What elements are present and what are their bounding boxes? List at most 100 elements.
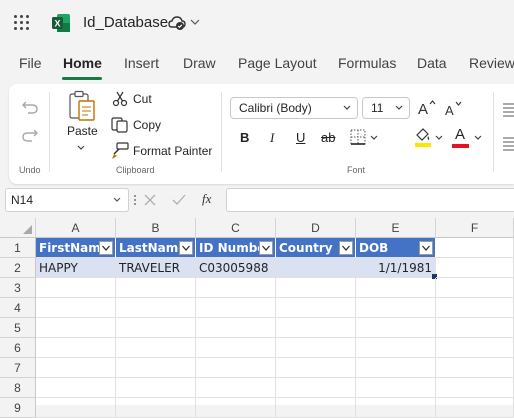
row-header[interactable]: 8 <box>0 378 36 398</box>
cell[interactable] <box>36 378 116 398</box>
cell[interactable] <box>116 278 196 298</box>
enter-check-icon[interactable] <box>171 193 187 207</box>
cell[interactable] <box>276 338 356 358</box>
table-cell[interactable]: HAPPY <box>36 258 116 278</box>
font-family-dropdown[interactable]: Calibri (Body) <box>230 97 358 119</box>
column-header-c[interactable]: C <box>196 218 276 238</box>
select-all-corner[interactable] <box>0 218 36 238</box>
tab-formulas[interactable]: Formulas <box>338 55 396 71</box>
cell[interactable] <box>196 278 276 298</box>
chevron-down-icon[interactable] <box>434 133 444 143</box>
tab-page-layout[interactable]: Page Layout <box>238 55 317 71</box>
redo-icon[interactable] <box>21 126 39 144</box>
paste-chevron-icon[interactable] <box>76 143 86 153</box>
tab-review[interactable]: Review <box>469 55 514 71</box>
underline-button[interactable]: U <box>296 130 305 145</box>
more-options-icon[interactable] <box>134 191 136 209</box>
name-box[interactable]: N14 <box>5 188 129 212</box>
paste-button[interactable]: Paste <box>67 124 98 138</box>
table-cell[interactable] <box>276 258 356 278</box>
tab-data[interactable]: Data <box>417 55 447 71</box>
cell[interactable] <box>116 378 196 398</box>
cell[interactable] <box>356 358 436 378</box>
cell[interactable] <box>276 298 356 318</box>
font-color-button[interactable]: A <box>455 126 465 143</box>
strikethrough-button[interactable]: ab <box>321 130 335 145</box>
format-painter-icon[interactable] <box>111 142 129 160</box>
paste-icon[interactable] <box>67 90 97 122</box>
cut-button[interactable]: Cut <box>133 92 152 106</box>
cell[interactable] <box>116 338 196 358</box>
font-size-dropdown[interactable]: 11 <box>362 97 410 119</box>
cell[interactable] <box>196 298 276 318</box>
cell[interactable] <box>276 398 356 418</box>
cell[interactable] <box>196 338 276 358</box>
cell[interactable] <box>356 318 436 338</box>
column-header-a[interactable]: A <box>36 218 116 238</box>
cell[interactable] <box>276 358 356 378</box>
tab-draw[interactable]: Draw <box>183 55 216 71</box>
italic-button[interactable]: I <box>270 130 274 146</box>
formula-input[interactable] <box>226 188 514 212</box>
cell[interactable] <box>436 398 514 418</box>
row-header[interactable]: 1 <box>0 238 36 258</box>
cell[interactable] <box>276 378 356 398</box>
cell[interactable] <box>436 298 514 318</box>
chevron-down-icon[interactable] <box>473 133 483 143</box>
row-header[interactable]: 5 <box>0 318 36 338</box>
copy-icon[interactable] <box>111 117 129 133</box>
row-header[interactable]: 2 <box>0 258 36 278</box>
cell[interactable] <box>36 278 116 298</box>
app-launcher-icon[interactable] <box>14 15 30 31</box>
decrease-font-size-icon[interactable]: A <box>444 99 464 117</box>
increase-font-size-icon[interactable]: A <box>417 98 437 116</box>
table-cell[interactable]: 1/1/1981 <box>356 258 436 278</box>
tab-home[interactable]: Home <box>63 55 102 71</box>
cell[interactable] <box>436 238 514 258</box>
cell[interactable] <box>436 378 514 398</box>
cell[interactable] <box>116 358 196 378</box>
cell[interactable] <box>436 358 514 378</box>
format-painter-button[interactable]: Format Painter <box>133 144 212 158</box>
column-header-f[interactable]: F <box>436 218 514 238</box>
tab-insert[interactable]: Insert <box>124 55 159 71</box>
cell[interactable] <box>436 338 514 358</box>
chevron-down-icon[interactable] <box>190 17 200 27</box>
filter-dropdown-button[interactable] <box>339 241 353 255</box>
scissors-icon[interactable] <box>112 91 128 107</box>
cell[interactable] <box>356 378 436 398</box>
cell[interactable] <box>36 298 116 318</box>
cell[interactable] <box>436 258 514 278</box>
copy-button[interactable]: Copy <box>133 118 161 132</box>
cell[interactable] <box>116 318 196 338</box>
table-header-cell[interactable]: DOB <box>356 238 436 258</box>
cancel-icon[interactable] <box>143 193 157 207</box>
fill-color-icon[interactable] <box>414 126 432 148</box>
table-cell[interactable]: TRAVELER <box>116 258 196 278</box>
column-header-e[interactable]: E <box>356 218 436 238</box>
row-header[interactable]: 7 <box>0 358 36 378</box>
cell[interactable] <box>436 278 514 298</box>
cell[interactable] <box>196 318 276 338</box>
align-lines-icon[interactable] <box>501 96 514 170</box>
cell[interactable] <box>196 358 276 378</box>
filter-dropdown-button[interactable] <box>179 241 193 255</box>
cell[interactable] <box>116 298 196 318</box>
cell[interactable] <box>196 378 276 398</box>
cell[interactable] <box>36 318 116 338</box>
insert-function-button[interactable]: fx <box>202 191 211 207</box>
undo-icon[interactable] <box>21 98 39 116</box>
filter-dropdown-button[interactable] <box>99 241 113 255</box>
table-header-cell[interactable]: FirstName <box>36 238 116 258</box>
cell[interactable] <box>436 318 514 338</box>
cell[interactable] <box>36 358 116 378</box>
cell[interactable] <box>276 278 356 298</box>
row-header[interactable]: 6 <box>0 338 36 358</box>
borders-icon[interactable] <box>349 128 367 146</box>
filter-dropdown-button[interactable] <box>259 241 273 255</box>
cell[interactable] <box>196 398 276 418</box>
table-cell[interactable]: C03005988 <box>196 258 276 278</box>
filter-dropdown-button[interactable] <box>419 241 433 255</box>
column-header-d[interactable]: D <box>276 218 356 238</box>
cell[interactable] <box>36 338 116 358</box>
